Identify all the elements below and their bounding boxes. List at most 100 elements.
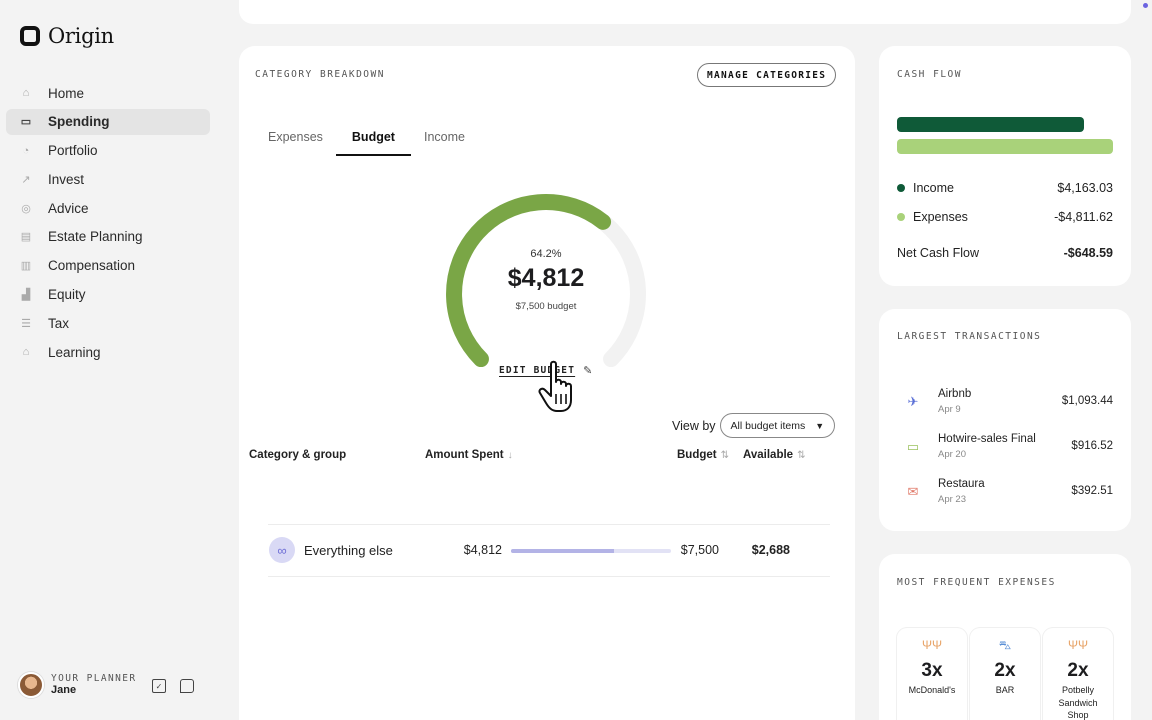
transaction-name: Airbnb: [938, 388, 972, 400]
transaction-date: Apr 23: [938, 494, 966, 505]
infinity-icon: ∞: [269, 537, 295, 563]
transaction-name: Restaura: [938, 478, 985, 490]
sidebar-item-label: Advice: [48, 200, 89, 216]
sidebar-item-label: Spending: [48, 114, 110, 130]
net-cash-flow-row: Net Cash Flow -$648.59: [897, 246, 1113, 260]
income-value: $4,163.03: [1057, 181, 1113, 195]
pie-icon: ◔: [22, 144, 30, 157]
sidebar-item-label: Learning: [48, 344, 101, 360]
origin-logo[interactable]: Origin: [20, 24, 114, 48]
planner-info: YOUR PLANNER Jane: [51, 672, 137, 697]
sidebar-item-learning[interactable]: ⌂ Learning: [6, 339, 210, 365]
bars-icon: ▟: [21, 289, 31, 302]
plane-icon: ✈: [907, 394, 919, 409]
planner-label: YOUR PLANNER: [51, 672, 137, 684]
sort-icon: ⇅: [720, 450, 729, 461]
document-icon: ▤: [20, 231, 32, 244]
app-name: Origin: [48, 24, 114, 48]
planner-actions: ✓: [152, 679, 194, 693]
transaction-row[interactable]: ▭ Hotwire-sales Final Apr 20 $916.52: [897, 433, 1113, 467]
car-icon: ⛍: [998, 638, 1012, 652]
transaction-row[interactable]: ✉ Restaura Apr 23 $392.51: [897, 478, 1113, 512]
col-header-available[interactable]: Available ⇅: [743, 449, 805, 461]
fork-icon: ΨΨ: [921, 638, 943, 652]
sidebar-item-home[interactable]: ⌂ Home: [6, 80, 210, 106]
expenses-value: -$4,811.62: [1054, 210, 1113, 224]
sidebar-item-invest[interactable]: ↗ Invest: [6, 166, 210, 192]
frequent-name: BAR: [995, 685, 1015, 695]
tab-expenses[interactable]: Expenses: [268, 130, 323, 156]
manage-categories-button[interactable]: MANAGE CATEGORIES: [697, 63, 837, 87]
budget-gauge: 64.2% $4,812 $7,500 budget: [436, 186, 656, 386]
view-by-control: View by All budget items ▼: [672, 413, 836, 438]
your-planner[interactable]: YOUR PLANNER Jane: [18, 672, 136, 698]
transaction-name: Hotwire-sales Final: [938, 433, 1036, 445]
tab-income[interactable]: Income: [424, 130, 465, 156]
sidebar-item-spending[interactable]: ▭ Spending: [6, 108, 210, 135]
sidebar-item-label: Equity: [48, 287, 86, 303]
col-header-category[interactable]: Category & group: [249, 449, 346, 461]
row-budget: $7,500: [680, 543, 719, 557]
sidebar-item-label: Home: [48, 85, 85, 101]
net-cash-flow-value: -$648.59: [1063, 246, 1113, 260]
income-label: Income: [913, 181, 954, 195]
building-icon: ▥: [20, 260, 32, 273]
sidebar-item-label: Invest: [48, 171, 85, 187]
largest-transactions-title: LARGEST TRANSACTIONS: [897, 331, 1042, 342]
col-header-budget[interactable]: Budget ⇅: [677, 449, 729, 461]
origin-logo-icon: [20, 26, 40, 46]
gauge-percent: 64.2%: [530, 248, 562, 260]
sidebar-item-advice[interactable]: ◎ Advice: [6, 195, 210, 221]
top-card: [239, 0, 1131, 24]
frequent-expense-item[interactable]: ⛍ 2x BAR: [970, 628, 1040, 720]
frequent-name: Potbelly Sandwich Shop: [1058, 685, 1098, 720]
view-by-selected: All budget items: [730, 419, 806, 432]
transaction-row[interactable]: ✈ Airbnb Apr 9 $1,093.44: [897, 388, 1113, 422]
frequent-count: 2x: [994, 660, 1016, 681]
row-category: Everything else: [304, 543, 393, 558]
trend-icon: ↗: [21, 173, 31, 186]
income-dot: [897, 184, 905, 192]
card-icon: ▭: [20, 116, 32, 129]
frequent-count: 2x: [1067, 660, 1089, 681]
sidebar-nav: ⌂ Home ▭ Spending ◔ Portfolio ↗ Invest ◎…: [6, 80, 210, 368]
col-header-amount-spent[interactable]: Amount Spent ↓: [425, 449, 513, 461]
home-icon: ⌂: [22, 87, 30, 99]
sidebar-item-equity[interactable]: ▟ Equity: [6, 282, 210, 308]
net-cash-flow-label: Net Cash Flow: [897, 246, 979, 260]
gauge-budget-label: $7,500 budget: [515, 301, 577, 312]
sort-icon: ⇅: [797, 450, 806, 461]
frequent-expense-item[interactable]: ΨΨ 2x Potbelly Sandwich Shop: [1043, 628, 1113, 720]
transaction-date: Apr 9: [938, 404, 961, 415]
hand-cursor-icon: [538, 360, 572, 412]
breakdown-tabs: Expenses Budget Income: [268, 130, 494, 156]
cash-flow-title: CASH FLOW: [897, 69, 962, 80]
sidebar-item-compensation[interactable]: ▥ Compensation: [6, 253, 210, 279]
sidebar: Origin ⌂ Home ▭ Spending ◔ Portfolio ↗ I…: [0, 0, 224, 720]
frequent-expense-item[interactable]: ΨΨ 3x McDonald's: [897, 628, 967, 720]
frequent-name: McDonald's: [908, 685, 956, 695]
chat-icon[interactable]: [180, 679, 194, 693]
income-bar: [897, 117, 1084, 132]
tab-budget[interactable]: Budget: [335, 130, 412, 156]
sidebar-item-estate-planning[interactable]: ▤ Estate Planning: [6, 224, 210, 250]
view-by-select[interactable]: All budget items ▼: [719, 413, 836, 438]
planner-avatar: [18, 672, 44, 698]
col-header-available-label: Available: [743, 449, 794, 461]
most-frequent-expenses-card: MOST FREQUENT EXPENSES ΨΨ 3x McDonald's …: [879, 554, 1131, 720]
sort-down-icon: ↓: [507, 450, 513, 461]
sidebar-item-tax[interactable]: ☰ Tax: [6, 310, 210, 336]
expenses-label: Expenses: [913, 210, 968, 224]
category-breakdown-title: CATEGORY BREAKDOWN: [255, 69, 385, 80]
cash-flow-card: CASH FLOW Income $4,163.03 Expenses -$4,…: [879, 46, 1131, 286]
sidebar-item-label: Estate Planning: [48, 229, 143, 245]
planner-name: Jane: [51, 684, 77, 697]
col-header-spent-label: Amount Spent: [425, 449, 504, 461]
row-progress-fill: [511, 549, 614, 553]
sidebar-item-portfolio[interactable]: ◔ Portfolio: [6, 138, 210, 164]
view-by-label: View by: [672, 418, 716, 433]
expenses-row: Expenses -$4,811.62: [897, 210, 1113, 224]
most-frequent-title: MOST FREQUENT EXPENSES: [897, 577, 1056, 588]
calendar-icon[interactable]: ✓: [152, 679, 166, 693]
row-progress-bar: [511, 549, 671, 553]
